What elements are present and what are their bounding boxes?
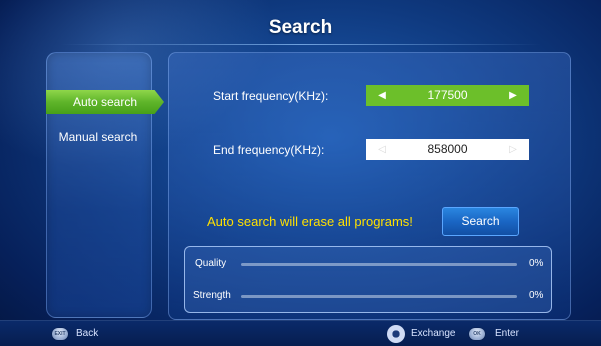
start-frequency-value: 177500 xyxy=(427,88,468,102)
start-frequency-label: Start frequency(KHz): xyxy=(213,89,329,103)
arrow-left-icon[interactable]: ◁ xyxy=(374,139,390,160)
end-frequency-field[interactable]: ◁ 858000 ▷ xyxy=(366,139,529,160)
menu-item-auto-search[interactable]: Auto search xyxy=(46,90,164,114)
search-button[interactable]: Search xyxy=(442,207,519,236)
quality-label: Quality xyxy=(195,258,227,269)
title-divider xyxy=(60,44,541,45)
arrow-right-icon[interactable]: ▷ xyxy=(505,139,521,160)
strength-percent: 0% xyxy=(529,290,544,301)
strength-label: Strength xyxy=(193,290,231,301)
end-frequency-value: 858000 xyxy=(427,142,468,156)
menu-item-manual-search[interactable]: Manual search xyxy=(46,124,150,150)
start-frequency-field[interactable]: ◀ 177500 ▶ xyxy=(366,85,529,106)
exchange-label[interactable]: Exchange xyxy=(411,327,455,341)
ok-key-icon: OK xyxy=(469,328,485,340)
arrow-left-icon[interactable]: ◀ xyxy=(374,85,390,106)
back-label[interactable]: Back xyxy=(76,327,98,341)
quality-percent: 0% xyxy=(529,258,544,269)
enter-label[interactable]: Enter xyxy=(495,327,519,341)
exit-key-icon: EXIT xyxy=(52,328,68,340)
erase-warning: Auto search will erase all programs! xyxy=(207,214,413,229)
end-frequency-label: End frequency(KHz): xyxy=(213,143,325,157)
dpad-icon xyxy=(387,325,405,343)
search-screen: Search Auto search Manual search Start f… xyxy=(0,0,601,346)
bottom-bar: EXIT Back Exchange OK Enter xyxy=(0,320,601,346)
quality-bar xyxy=(241,263,517,266)
strength-bar xyxy=(241,295,517,298)
signal-panel: Quality 0% Strength 0% xyxy=(184,246,552,313)
arrow-right-icon[interactable]: ▶ xyxy=(505,85,521,106)
